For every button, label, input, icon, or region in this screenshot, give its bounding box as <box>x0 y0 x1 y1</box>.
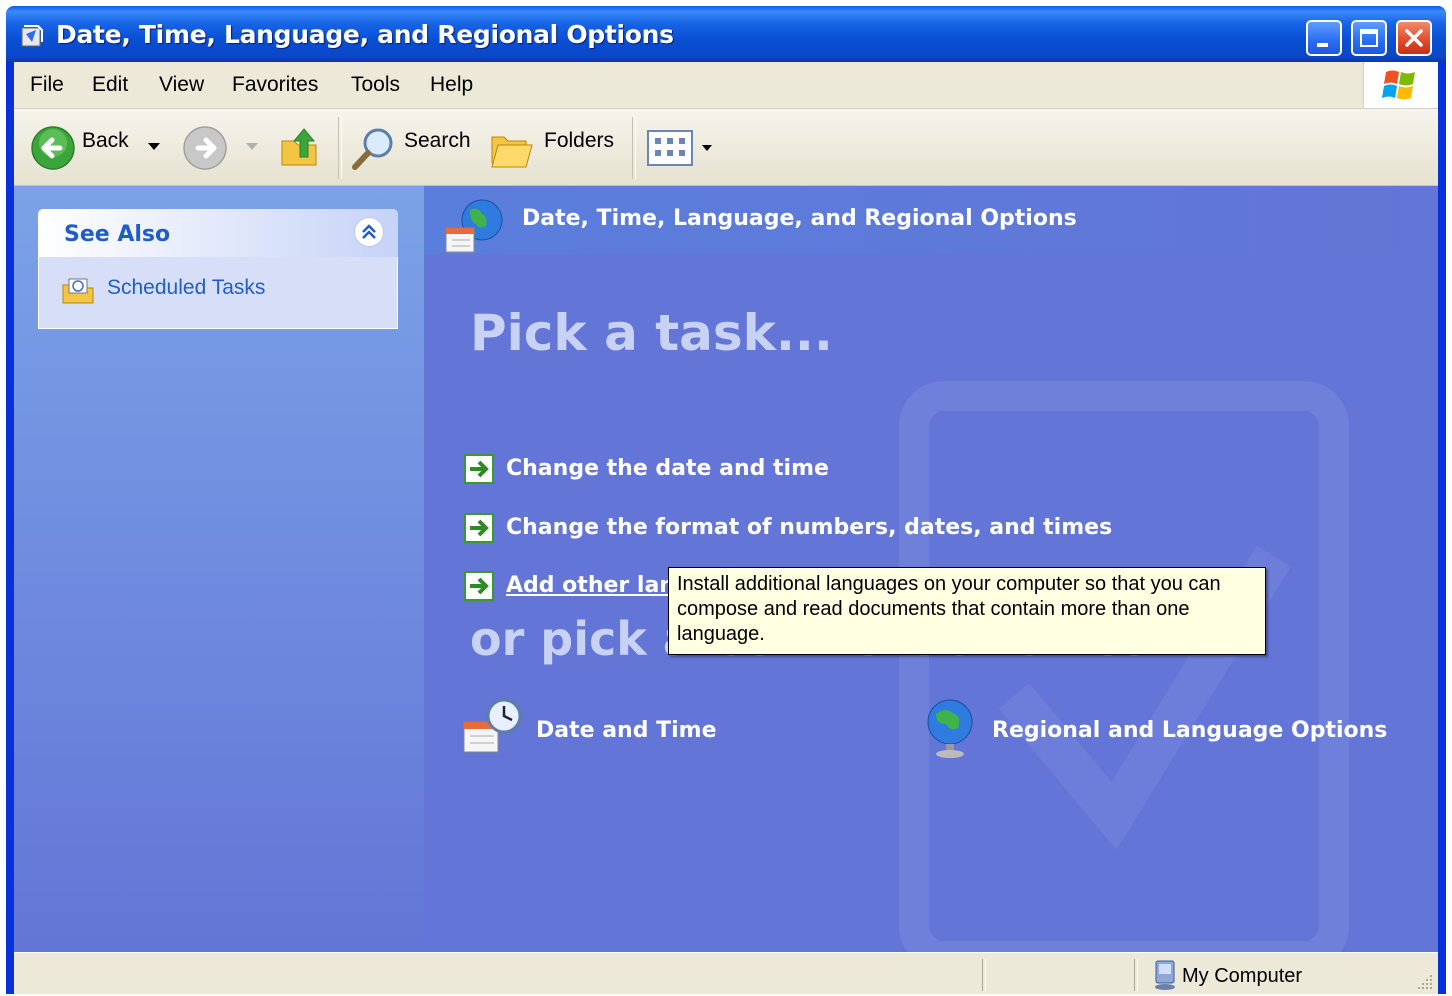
see-also-body: Scheduled Tasks <box>38 257 398 329</box>
task-pane: See Also Scheduled Tasks <box>14 186 424 952</box>
pick-task-heading: Pick a task... <box>470 304 833 362</box>
status-separator <box>982 959 986 991</box>
back-button[interactable]: Back <box>82 129 129 153</box>
collapse-button[interactable] <box>354 217 384 247</box>
menu-help[interactable]: Help <box>430 73 473 97</box>
globe-calendar-icon <box>445 199 503 253</box>
regional-globe-icon <box>927 699 973 758</box>
menu-bar: File Edit View Favorites Tools Help <box>14 62 1438 109</box>
chevron-up-icon <box>362 224 376 239</box>
windows-logo-icon <box>1363 62 1438 108</box>
menu-view[interactable]: View <box>159 73 204 97</box>
date-time-icon <box>463 698 522 753</box>
date-time-label: Date and Time <box>536 718 717 743</box>
status-separator <box>1134 959 1138 991</box>
task-label: Change the date and time <box>506 456 829 481</box>
menu-favorites[interactable]: Favorites <box>232 73 318 97</box>
menu-tools[interactable]: Tools <box>351 73 400 97</box>
forward-dropdown-icon[interactable] <box>246 143 258 151</box>
toolbar: Back Search Folders <box>14 109 1438 186</box>
computer-icon <box>1155 960 1175 990</box>
category-title: Date, Time, Language, and Regional Optio… <box>522 206 1077 231</box>
maximize-icon <box>1360 29 1378 47</box>
search-icon[interactable] <box>350 123 400 173</box>
see-also-box: See Also Scheduled Tasks <box>38 209 398 329</box>
minimize-button[interactable] <box>1306 20 1342 56</box>
control-panel-icon <box>21 25 43 47</box>
resize-grip-icon[interactable] <box>1416 973 1434 991</box>
back-dropdown-icon[interactable] <box>148 143 160 151</box>
forward-arrow-icon[interactable] <box>182 125 228 171</box>
green-arrow-icon <box>464 454 494 484</box>
regional-options-label: Regional and Language Options <box>992 718 1388 743</box>
folders-icon[interactable] <box>488 127 538 171</box>
scheduled-tasks-link[interactable]: Scheduled Tasks <box>107 276 265 300</box>
minimize-icon <box>1317 43 1328 47</box>
green-arrow-icon <box>464 513 494 543</box>
see-also-title: See Also <box>64 222 171 247</box>
menu-file[interactable]: File <box>30 73 64 97</box>
window: Date, Time, Language, and Regional Optio… <box>6 6 1446 994</box>
title-bar[interactable]: Date, Time, Language, and Regional Optio… <box>6 6 1446 62</box>
category-header: Date, Time, Language, and Regional Optio… <box>424 186 1438 254</box>
maximize-button[interactable] <box>1351 20 1387 56</box>
status-location: My Computer <box>1182 965 1303 987</box>
toolbar-separator <box>338 117 342 179</box>
see-also-header[interactable]: See Also <box>38 209 398 257</box>
views-icon[interactable] <box>646 129 722 169</box>
toolbar-separator <box>632 117 636 179</box>
task-label: Change the format of numbers, dates, and… <box>506 515 1113 540</box>
green-arrow-icon <box>464 571 494 601</box>
close-icon <box>1405 29 1423 47</box>
status-bar: My Computer <box>14 952 1438 994</box>
window-title: Date, Time, Language, and Regional Optio… <box>56 20 674 49</box>
up-folder-icon[interactable] <box>276 123 326 173</box>
scheduled-tasks-icon <box>62 278 94 304</box>
menu-edit[interactable]: Edit <box>92 73 128 97</box>
back-arrow-icon[interactable] <box>30 125 76 171</box>
window-frame: File Edit View Favorites Tools Help Back… <box>14 62 1438 994</box>
search-button[interactable]: Search <box>404 129 471 153</box>
tooltip: Install additional languages on your com… <box>668 567 1266 655</box>
folders-button[interactable]: Folders <box>544 129 614 153</box>
close-button[interactable] <box>1396 20 1432 56</box>
